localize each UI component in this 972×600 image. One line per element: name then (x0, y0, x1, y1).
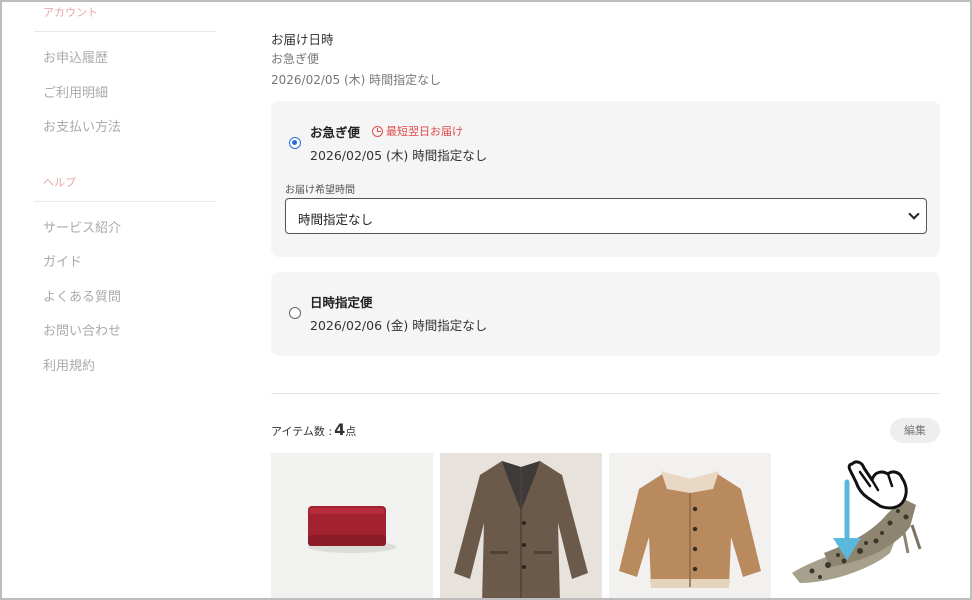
sidebar-divider (34, 31, 216, 32)
sidebar-item-application-history[interactable]: お申込履歴 (34, 42, 216, 77)
item-thumbnail-coat[interactable] (440, 453, 602, 598)
scheduled-radio[interactable] (289, 307, 301, 319)
delivery-current-method: お急ぎ便 (271, 52, 320, 66)
express-radio[interactable] (289, 137, 301, 149)
clock-icon (372, 125, 383, 137)
sidebar-item-payment-method[interactable]: お支払い方法 (34, 111, 216, 146)
delivery-option-scheduled[interactable]: 日時指定便 2026/02/06 (金) 時間指定なし (271, 272, 940, 356)
sidebar-heading-account: アカウント (43, 6, 98, 19)
item-count-label: アイテム数 : (271, 425, 333, 438)
fastest-delivery-badge: 最短翌日お届け (372, 123, 463, 139)
sidebar-divider (34, 200, 216, 202)
delivery-current-date: 2026/02/05 (木) 時間指定なし (271, 73, 442, 87)
sidebar-item-guide[interactable]: ガイド (34, 246, 216, 281)
sidebar-item-contact[interactable]: お問い合わせ (34, 315, 216, 350)
boa-jacket-image (619, 471, 761, 588)
chevron-down-icon (908, 208, 920, 220)
item-thumbnail-jacket[interactable] (609, 453, 771, 598)
item-thumbnail-pumps[interactable] (778, 453, 940, 598)
express-option-date: 2026/02/05 (木) 時間指定なし (310, 148, 488, 163)
item-count: アイテム数 : 4 点 (271, 420, 356, 439)
item-thumbnail-wallet[interactable] (271, 453, 433, 598)
item-count-unit: 点 (345, 425, 357, 438)
python-pumps-image (792, 499, 922, 583)
sidebar-heading-help: ヘルプ (43, 175, 76, 189)
browser-frame: アカウント お申込履歴 ご利用明細 お支払い方法 ヘルプ サービス紹介 ガイド … (0, 0, 972, 600)
section-divider (271, 393, 940, 394)
sidebar: アカウント お申込履歴 ご利用明細 お支払い方法 ヘルプ サービス紹介 ガイド … (34, 2, 216, 384)
sidebar-item-faq[interactable]: よくある質問 (34, 281, 216, 316)
fastest-delivery-badge-label: 最短翌日お届け (386, 125, 463, 138)
desired-time-label: お届け希望時間 (285, 185, 355, 196)
red-wallet-image (308, 506, 396, 553)
desired-time-select[interactable]: 時間指定なし (285, 198, 927, 234)
desired-time-select-value: 時間指定なし (298, 212, 374, 227)
sidebar-item-terms[interactable]: 利用規約 (34, 350, 216, 385)
sidebar-item-usage-details[interactable]: ご利用明細 (34, 77, 216, 112)
tweed-coat-image (454, 461, 588, 598)
item-count-number: 4 (334, 420, 346, 439)
delivery-section-title: お届け日時 (271, 32, 334, 47)
edit-items-button[interactable]: 編集 (890, 418, 940, 443)
sidebar-item-service-intro[interactable]: サービス紹介 (34, 212, 216, 247)
scheduled-option-date: 2026/02/06 (金) 時間指定なし (310, 318, 488, 333)
scheduled-option-name: 日時指定便 (310, 295, 373, 310)
delivery-option-express[interactable]: お急ぎ便 最短翌日お届け 2026/02/05 (木) 時間指定なし お届け希望… (271, 101, 940, 257)
express-option-name: お急ぎ便 (310, 125, 361, 140)
